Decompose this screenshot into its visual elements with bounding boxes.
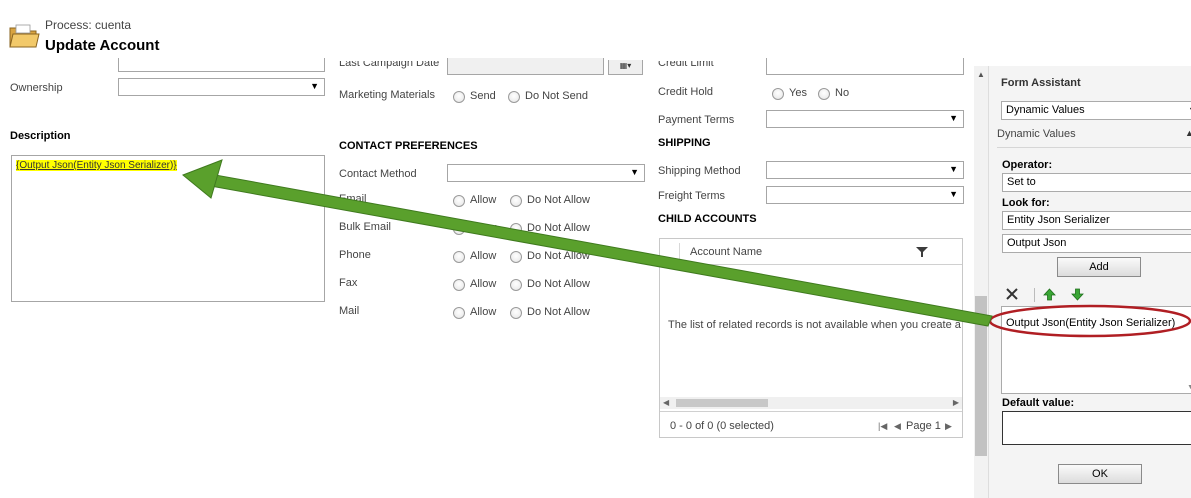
green-arrow-annotation: [204, 173, 993, 327]
green-arrowhead-annotation: [182, 159, 223, 199]
red-circle-annotation: [988, 304, 1191, 338]
annotation-overlay: [182, 159, 1191, 338]
